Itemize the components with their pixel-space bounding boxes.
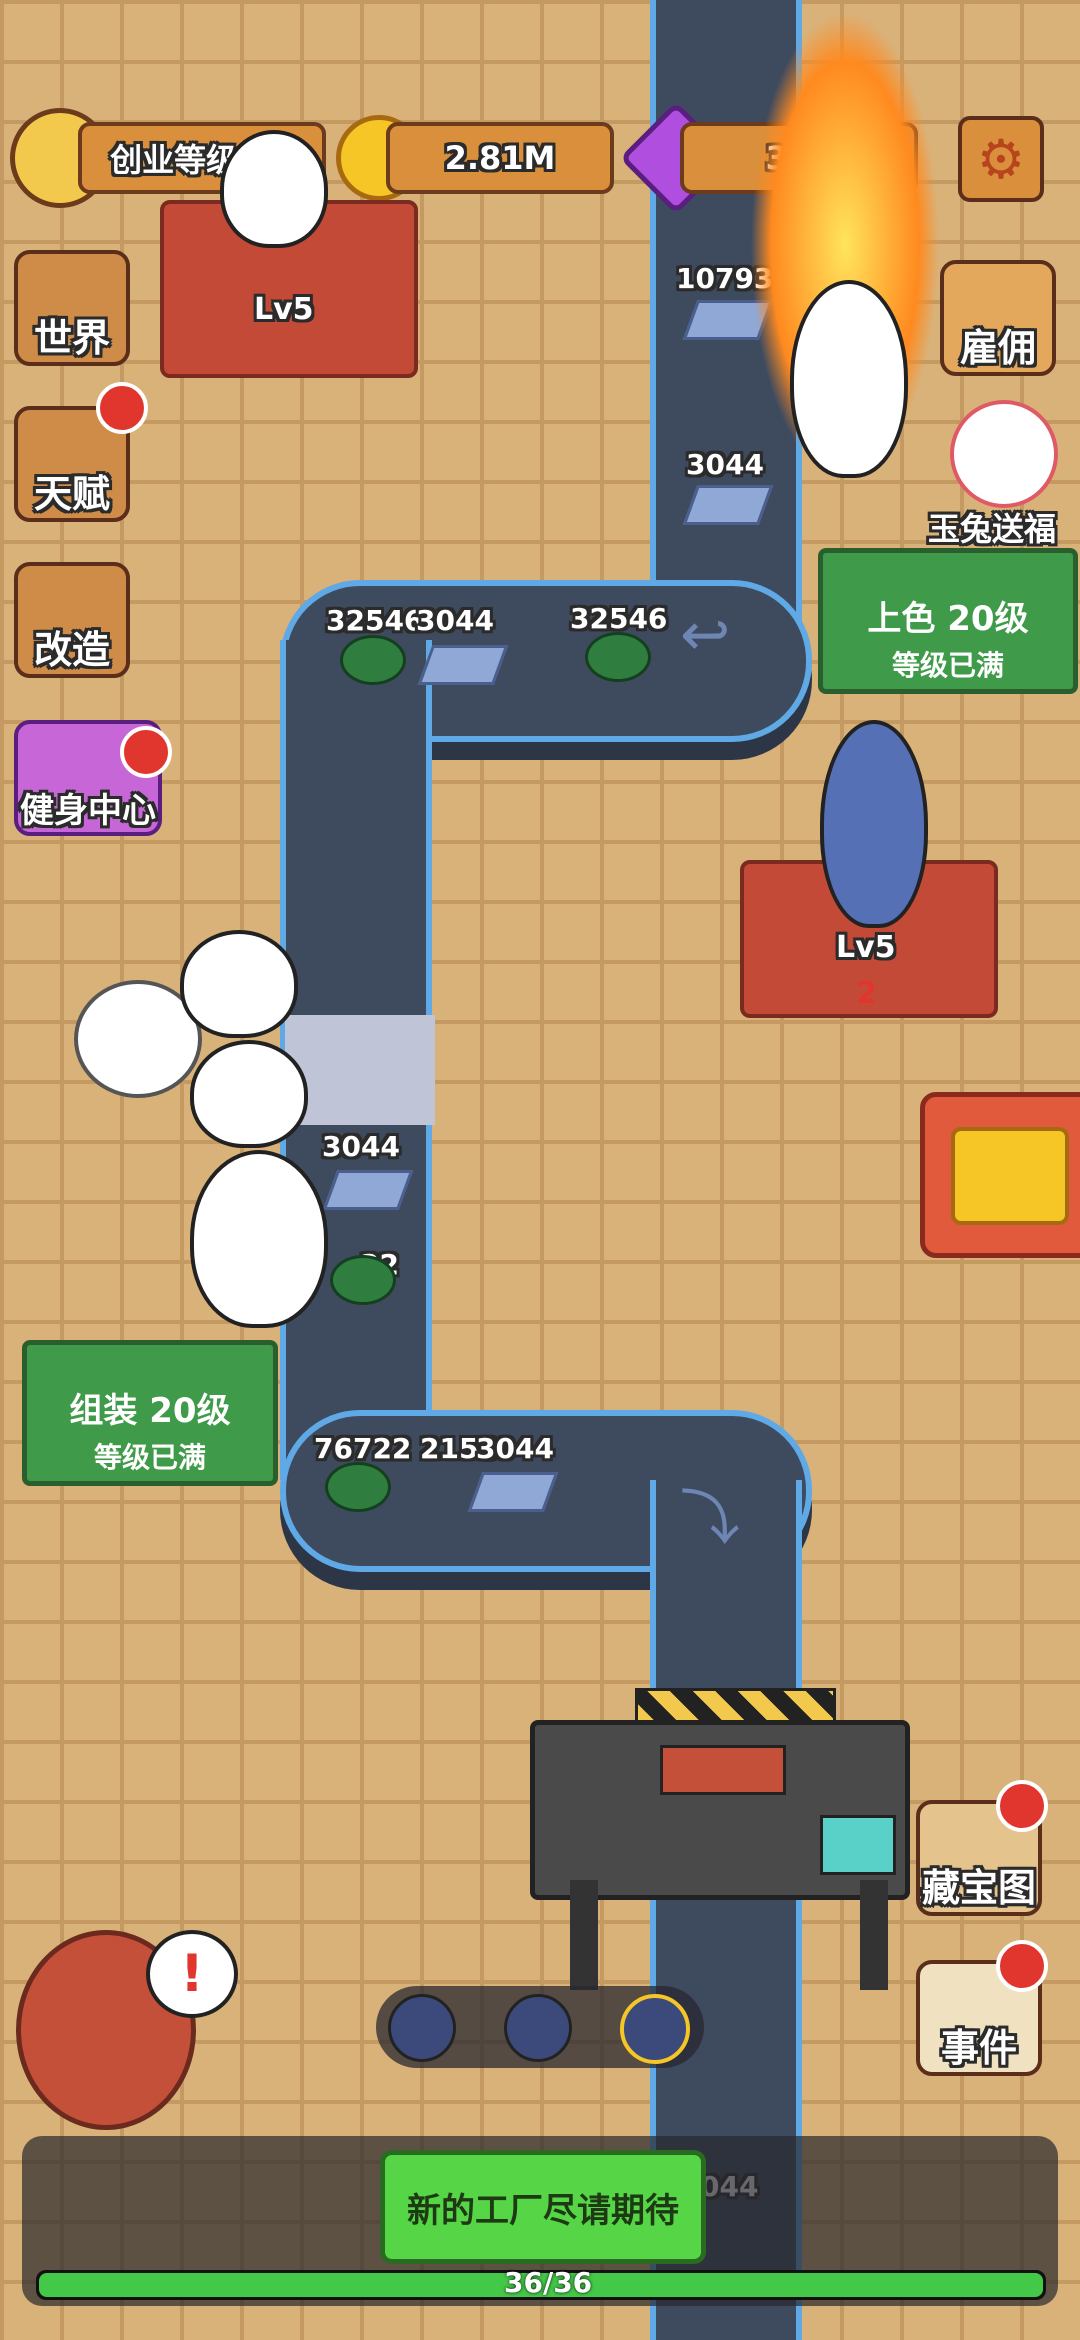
worker-bunny-assembler[interactable] — [190, 1150, 328, 1328]
packing-machine[interactable] — [530, 1720, 910, 1900]
worker-bunny-assembler[interactable] — [190, 1040, 308, 1148]
belt-gap-gray-block — [285, 1015, 435, 1125]
color-board-title: 上色 20级 — [867, 599, 1029, 639]
belt-arrow-icon: ⤵ — [680, 1484, 740, 1554]
assembly-board-title: 组装 20级 — [69, 1391, 231, 1431]
rabbit-icon — [950, 400, 1058, 508]
product-selector — [376, 1986, 704, 2068]
product-gun-option[interactable] — [388, 1994, 456, 2062]
turtle-toy-item — [585, 632, 651, 682]
station-level: Lv5 — [254, 292, 314, 327]
product-turtle-option[interactable] — [620, 1994, 690, 2064]
machine-leg — [860, 1880, 888, 1990]
belt-arrow-icon: ↩ — [680, 600, 731, 670]
turtle-toy-item — [330, 1255, 396, 1305]
alert-bubble[interactable]: ! — [146, 1930, 238, 2018]
events-label: 事件 — [940, 2026, 1017, 2070]
tile-item — [467, 1472, 559, 1512]
item-count: 32546 — [326, 604, 424, 637]
treasure-map-label: 藏宝图 — [921, 1866, 1036, 1910]
worker-bunny-top[interactable] — [220, 130, 328, 248]
settings-button[interactable]: ⚙ — [958, 116, 1044, 202]
item-count: 32546 — [570, 602, 668, 635]
assembly-station-board[interactable]: 组装 20级 等级已满 — [22, 1340, 278, 1486]
gym-label: 健身中心 — [20, 791, 156, 831]
tile-item — [417, 645, 509, 685]
product-disc-option[interactable] — [504, 1994, 572, 2062]
progress-text: 36/36 — [504, 2266, 593, 2299]
machine-lid — [660, 1745, 786, 1795]
machine-panel — [820, 1815, 896, 1875]
station-count: 2 — [856, 976, 877, 1011]
worker-bunny-right[interactable] — [820, 720, 928, 928]
tile-item — [322, 1170, 414, 1210]
events-notification-dot — [996, 1940, 1048, 1992]
assembly-board-status: 等级已满 — [93, 1441, 206, 1474]
hire-button[interactable]: 雇佣 — [940, 260, 1056, 376]
item-count: 76722 — [314, 1432, 412, 1465]
jade-rabbit-label: 玉兔送福 — [928, 510, 1057, 548]
new-factory-banner[interactable]: 新的工厂尽请期待 — [380, 2150, 706, 2264]
coin-counter[interactable]: 2.81M — [386, 122, 614, 194]
new-factory-label: 新的工厂尽请期待 — [407, 2190, 679, 2231]
worker-bunny-assembler[interactable] — [180, 930, 298, 1038]
remodel-button[interactable]: 改造 — [14, 562, 130, 678]
worker-bunny-painter[interactable] — [790, 280, 908, 478]
chest-icon — [951, 1127, 1069, 1225]
gym-notification-dot — [120, 726, 172, 778]
jade-rabbit-button[interactable]: 玉兔送福 — [928, 400, 1070, 548]
color-board-status: 等级已满 — [891, 649, 1004, 682]
treasure-chest-button[interactable] — [920, 1092, 1080, 1258]
treasure-map-notification-dot — [996, 1780, 1048, 1832]
color-station-board[interactable]: 上色 20级 等级已满 — [818, 548, 1078, 694]
exclamation-icon: ! — [180, 1944, 204, 2004]
tile-item — [682, 485, 774, 525]
coin-amount: 2.81M — [444, 139, 556, 177]
turtle-toy-item — [325, 1462, 391, 1512]
talent-label: 天赋 — [33, 472, 110, 516]
world-label: 世界 — [33, 316, 110, 360]
turtle-toy-item — [340, 635, 406, 685]
station-level: Lv5 — [836, 930, 896, 965]
item-count: 3044 — [322, 1130, 400, 1163]
hire-label: 雇佣 — [959, 326, 1036, 370]
item-count: 3044 — [476, 1432, 554, 1465]
gear-icon: ⚙ — [976, 127, 1026, 191]
remodel-label: 改造 — [33, 628, 110, 672]
item-count: 3044 — [416, 604, 494, 637]
machine-leg — [570, 1880, 598, 1990]
world-button[interactable]: 世界 — [14, 250, 130, 366]
talent-notification-dot — [96, 382, 148, 434]
